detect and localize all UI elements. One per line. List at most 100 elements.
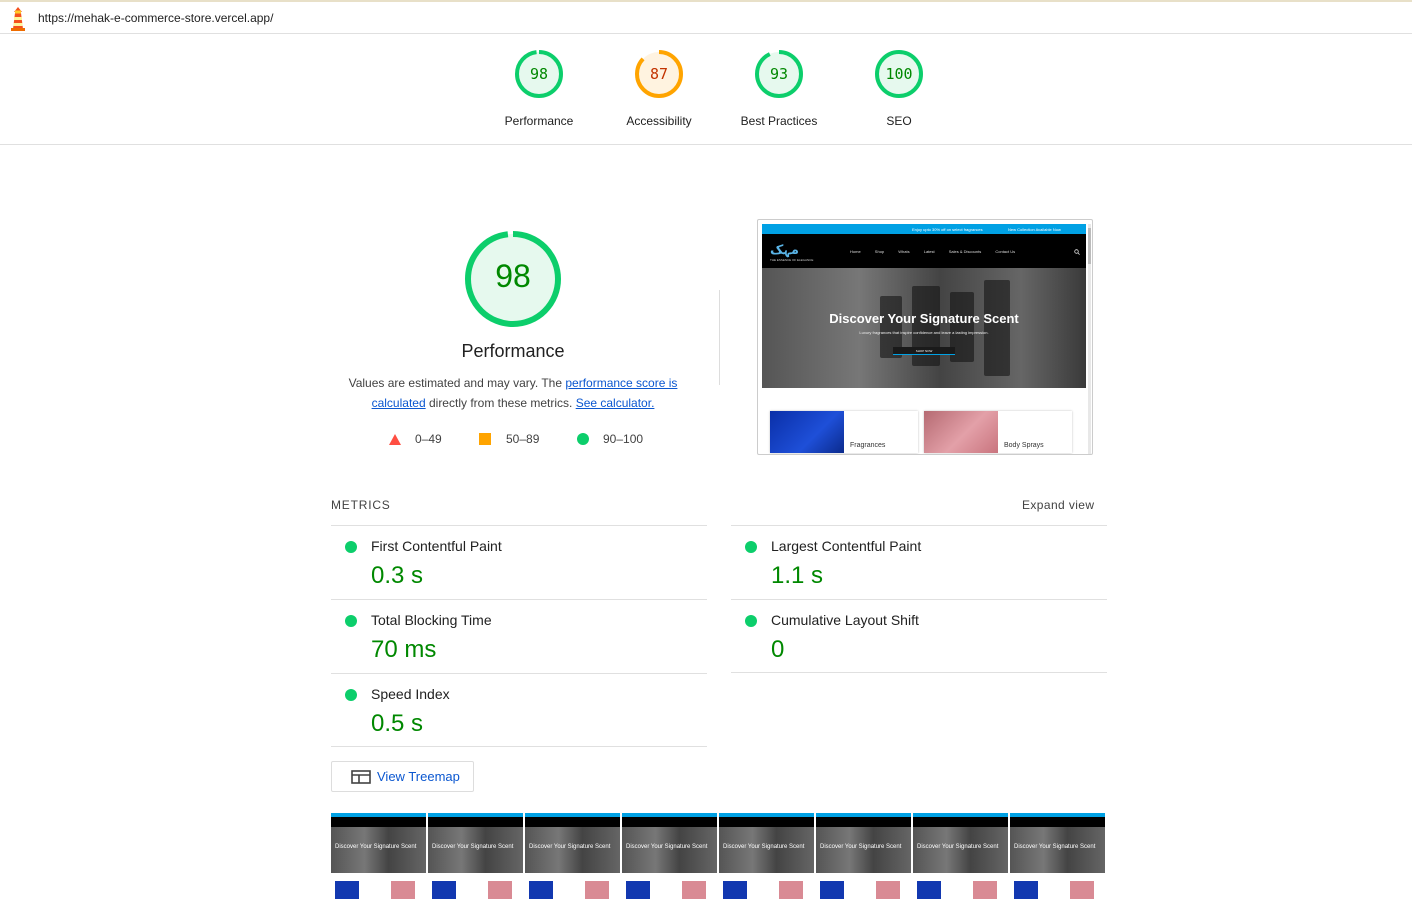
divider bbox=[331, 746, 707, 747]
frame-title: Discover Your Signature Scent bbox=[335, 844, 417, 850]
view-treemap-button[interactable]: View Treemap bbox=[331, 761, 474, 792]
site-nav-links: Home Shop Whats Latest Sales & Discounts… bbox=[850, 249, 1028, 254]
nav-link: Shop bbox=[874, 249, 885, 254]
frame-title: Discover Your Signature Scent bbox=[723, 844, 805, 850]
legend-label: 50–89 bbox=[506, 432, 540, 446]
gauge-label: SEO bbox=[886, 114, 912, 128]
vertical-divider bbox=[719, 290, 720, 385]
performance-description: Values are estimated and may vary. The p… bbox=[335, 373, 691, 413]
shop-now-button: SHOP NOW bbox=[893, 347, 955, 355]
nav-link: Home bbox=[850, 249, 861, 254]
filmstrip-frame: Discover Your Signature Scent bbox=[428, 813, 524, 899]
category-card-fragrances: Fragrances bbox=[770, 411, 918, 453]
nav-link: Sales & Discounts bbox=[948, 249, 982, 254]
promo-bar: Enjoy upto 30% off on select fragrances … bbox=[762, 224, 1086, 234]
gauge-label: Performance bbox=[504, 114, 574, 128]
category-summary: 98 Performance 87 Accessibility 93 Best … bbox=[0, 34, 1412, 145]
search-icon bbox=[1074, 249, 1080, 255]
performance-score: 98 bbox=[495, 258, 531, 294]
gauge-score: 98 bbox=[529, 65, 549, 83]
gauge-label: Accessibility bbox=[626, 114, 692, 128]
promo-text: Enjoy upto 30% off on select fragrances bbox=[912, 227, 983, 232]
site-hero: Discover Your Signature Scent Luxury fra… bbox=[762, 268, 1086, 388]
metric-total-blocking-time: Total Blocking Time 70 ms bbox=[331, 599, 707, 673]
metric-value: 1.1 s bbox=[771, 562, 824, 589]
pass-circle-icon bbox=[345, 689, 357, 701]
category-image bbox=[770, 411, 844, 453]
filmstrip-frame: Discover Your Signature Scent bbox=[525, 813, 621, 899]
performance-title: Performance bbox=[461, 341, 565, 361]
metric-speed-index: Speed Index 0.5 s bbox=[331, 673, 707, 747]
scrollbar bbox=[1088, 224, 1091, 454]
frame-title: Discover Your Signature Scent bbox=[1014, 844, 1096, 850]
pass-circle-icon bbox=[345, 541, 357, 553]
metric-largest-contentful-paint: Largest Contentful Paint 1.1 s bbox=[731, 525, 1107, 599]
site-logo: مہک bbox=[770, 242, 799, 257]
filmstrip-frame: Discover Your Signature Scent bbox=[816, 813, 912, 899]
final-screenshot[interactable]: Enjoy upto 30% off on select fragrances … bbox=[757, 219, 1093, 455]
site-navbar: مہک THE ESSENCE OF ELEGANCE Home Shop Wh… bbox=[762, 234, 1086, 268]
pass-circle-icon bbox=[745, 541, 757, 553]
metric-value: 70 ms bbox=[371, 636, 437, 663]
metric-label: Largest Contentful Paint bbox=[771, 538, 922, 554]
pass-circle-icon bbox=[345, 615, 357, 627]
square-icon bbox=[479, 433, 491, 445]
scrollbar-thumb bbox=[1088, 228, 1091, 264]
circle-icon bbox=[577, 433, 589, 445]
filmstrip-frame: Discover Your Signature Scent bbox=[1010, 813, 1106, 899]
legend-label: 0–49 bbox=[415, 432, 442, 446]
metric-value: 0.5 s bbox=[371, 710, 424, 737]
metric-cumulative-layout-shift: Cumulative Layout Shift 0 bbox=[731, 599, 1107, 673]
hero-subtitle: Luxury fragrances that inspire confidenc… bbox=[859, 330, 989, 335]
treemap-icon bbox=[351, 770, 371, 784]
report-url[interactable]: https://mehak-e-commerce-store.vercel.ap… bbox=[38, 11, 273, 25]
promo-text: New Collection Available Now bbox=[1008, 227, 1061, 232]
metrics-heading: METRICS bbox=[331, 498, 391, 512]
metric-label: Total Blocking Time bbox=[371, 612, 492, 628]
filmstrip-frame: Discover Your Signature Scent bbox=[913, 813, 1009, 899]
hero-title: Discover Your Signature Scent bbox=[829, 311, 1019, 326]
metric-label: Speed Index bbox=[371, 686, 450, 702]
divider bbox=[731, 672, 1107, 673]
category-image bbox=[924, 411, 998, 453]
frame-title: Discover Your Signature Scent bbox=[820, 844, 902, 850]
frame-title: Discover Your Signature Scent bbox=[917, 844, 999, 850]
see-calculator-link[interactable]: See calculator. bbox=[576, 396, 655, 410]
filmstrip-frame: Discover Your Signature Scent bbox=[622, 813, 718, 899]
top-bar: https://mehak-e-commerce-store.vercel.ap… bbox=[0, 0, 1412, 34]
bottle-shape bbox=[984, 280, 1010, 376]
nav-link: Latest bbox=[923, 249, 935, 254]
frame-title: Discover Your Signature Scent bbox=[529, 844, 611, 850]
gauge-performance[interactable]: 98 Performance bbox=[479, 48, 599, 128]
gauge-best-practices[interactable]: 93 Best Practices bbox=[719, 48, 839, 128]
description-text: Values are estimated and may vary. The bbox=[348, 376, 566, 390]
category-label: Fragrances bbox=[850, 442, 886, 449]
legend-label: 90–100 bbox=[603, 432, 644, 446]
lighthouse-icon bbox=[11, 7, 25, 31]
gauge-label: Best Practices bbox=[740, 114, 818, 128]
filmstrip-frame: Discover Your Signature Scent bbox=[719, 813, 815, 899]
metric-value: 0.3 s bbox=[371, 562, 424, 589]
gauge-seo[interactable]: 100 SEO bbox=[839, 48, 959, 128]
site-tagline: THE ESSENCE OF ELEGANCE bbox=[770, 258, 814, 262]
gauge-score: 93 bbox=[769, 65, 789, 83]
expand-view-toggle[interactable]: Expand view bbox=[1022, 498, 1094, 512]
metric-label: First Contentful Paint bbox=[371, 538, 502, 554]
frame-title: Discover Your Signature Scent bbox=[626, 844, 708, 850]
nav-link: Contact Us bbox=[995, 249, 1016, 254]
metric-value: 0 bbox=[771, 636, 785, 663]
filmstrip: Discover Your Signature Scent Discover Y… bbox=[331, 813, 1107, 899]
description-text: directly from these metrics. bbox=[425, 396, 576, 410]
category-card-body-sprays: Body Sprays bbox=[924, 411, 1072, 453]
metric-label: Cumulative Layout Shift bbox=[771, 612, 919, 628]
frame-title: Discover Your Signature Scent bbox=[432, 844, 514, 850]
pass-circle-icon bbox=[745, 615, 757, 627]
gauge-score: 87 bbox=[649, 65, 669, 83]
triangle-icon bbox=[389, 434, 401, 445]
metric-first-contentful-paint: First Contentful Paint 0.3 s bbox=[331, 525, 707, 599]
gauge-score: 100 bbox=[885, 65, 913, 83]
filmstrip-frame: Discover Your Signature Scent bbox=[331, 813, 427, 899]
view-treemap-label: View Treemap bbox=[377, 769, 460, 784]
category-label: Body Sprays bbox=[1004, 442, 1044, 449]
gauge-accessibility[interactable]: 87 Accessibility bbox=[599, 48, 719, 128]
